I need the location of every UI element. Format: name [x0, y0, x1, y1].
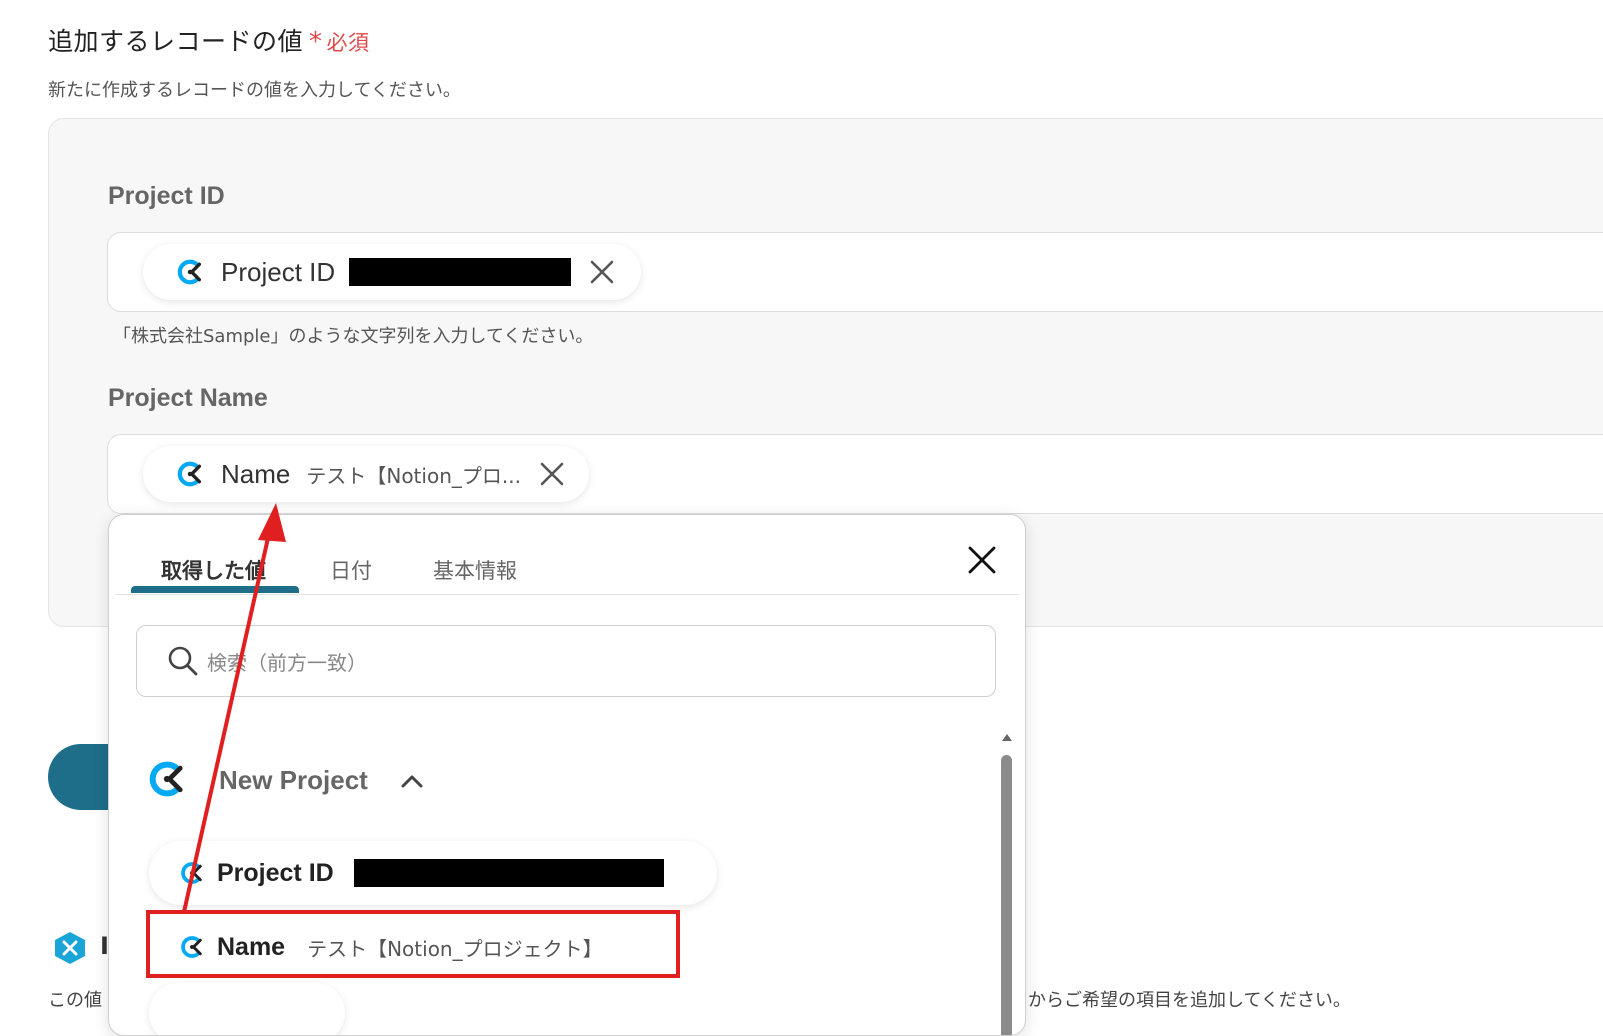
group-title[interactable]: New Project — [219, 765, 368, 796]
tab-divider — [115, 594, 1019, 595]
tab-date[interactable]: 日付 — [330, 555, 372, 585]
project-id-variable-chip[interactable]: Project ID — [143, 244, 641, 300]
item-key: Project ID — [217, 858, 334, 887]
active-tab-indicator — [131, 586, 299, 593]
x-badge-icon — [55, 932, 85, 964]
redacted-value — [353, 859, 664, 887]
field-label-project-id: Project ID — [108, 182, 225, 210]
remove-chip-icon[interactable] — [537, 459, 567, 489]
list-item-project-id[interactable]: Project ID — [149, 841, 717, 905]
search-placeholder: 検索（前方一致） — [207, 650, 367, 675]
remove-chip-icon[interactable] — [587, 257, 617, 287]
redacted-value — [349, 258, 572, 286]
section-description: 新たに作成するレコードの値を入力してください。 — [48, 80, 461, 101]
clockify-logo-icon — [177, 259, 202, 285]
project-name-variable-chip[interactable]: Name テスト【Notion_プロ... — [143, 446, 589, 502]
close-icon[interactable] — [967, 545, 997, 575]
highlight-annotation-box — [146, 910, 680, 978]
background-footer-left: この値 — [48, 990, 102, 1011]
search-icon — [168, 646, 198, 676]
chip-value: テスト【Notion_プロ... — [306, 463, 521, 488]
scroll-up-icon[interactable] — [1001, 731, 1013, 743]
field-label-project-name: Project Name — [108, 384, 268, 412]
background-footer-right: からご希望の項目を追加してください。 — [1028, 990, 1351, 1011]
tab-basic-info[interactable]: 基本情報 — [433, 555, 517, 585]
search-input[interactable]: 検索（前方一致） — [136, 625, 996, 697]
field-hint: 「株式会社Sample」のような文字列を入力してください。 — [113, 326, 594, 347]
required-label: 必須 — [326, 31, 370, 55]
clockify-logo-icon — [181, 862, 202, 884]
clockify-logo-icon — [149, 761, 183, 797]
section-title-text: 追加するレコードの値 — [48, 27, 304, 56]
tab-retrieved-values[interactable]: 取得した値 — [161, 555, 266, 585]
scrollbar-thumb[interactable] — [1001, 755, 1012, 1035]
section-title: 追加するレコードの値 * 必須 — [48, 22, 370, 58]
list-item[interactable] — [149, 983, 345, 1035]
chevron-up-icon[interactable] — [399, 769, 425, 795]
required-star: * — [309, 27, 323, 57]
chip-key-label: Project ID — [221, 256, 336, 287]
chip-key-label: Name — [221, 458, 291, 489]
clockify-logo-icon — [177, 461, 202, 487]
